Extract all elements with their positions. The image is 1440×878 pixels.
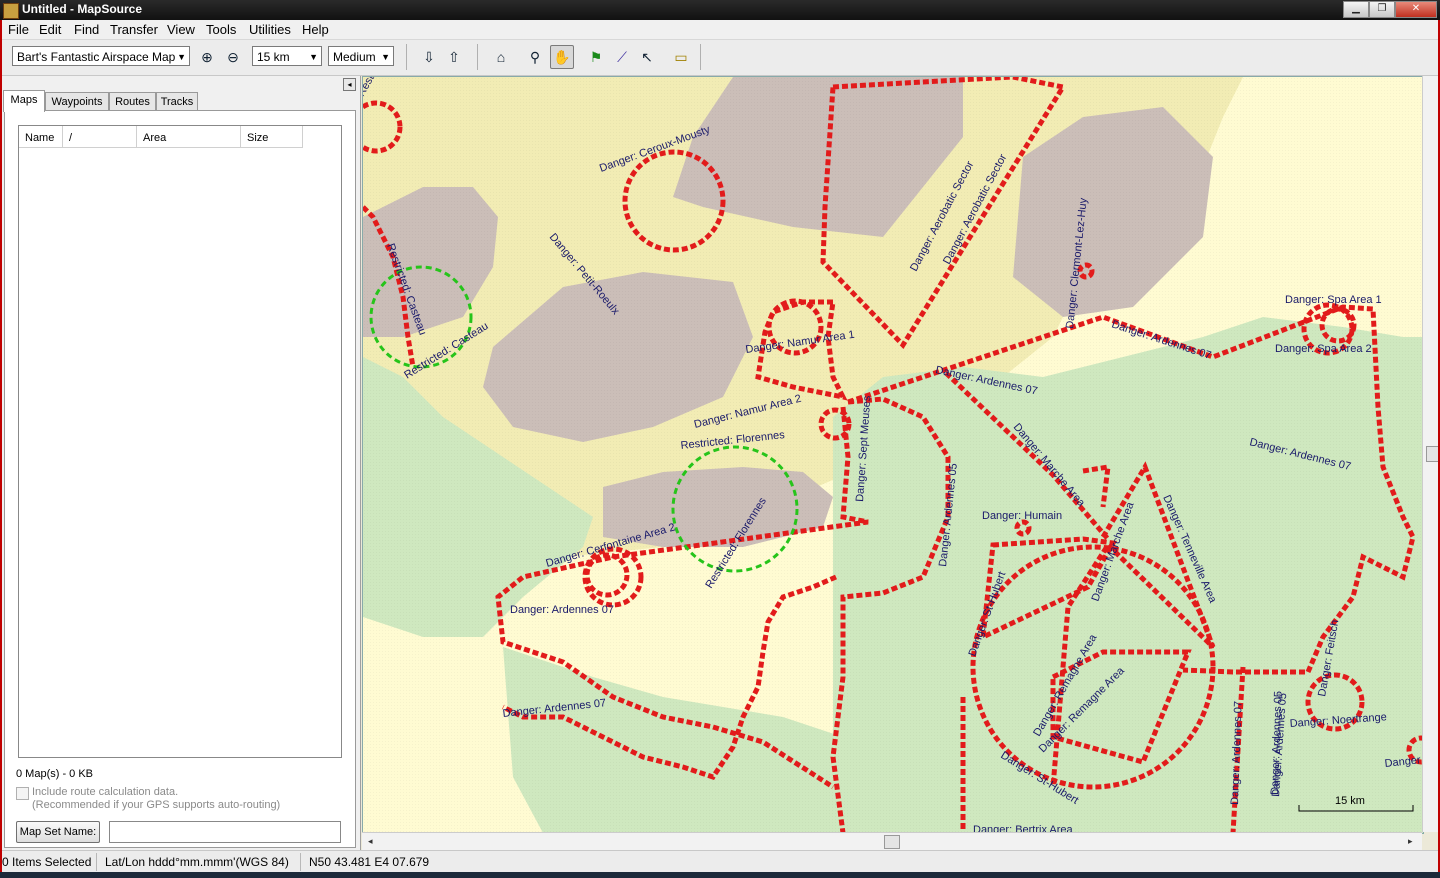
column-name[interactable]: Name bbox=[19, 126, 63, 148]
menu-edit[interactable]: Edit bbox=[39, 22, 61, 37]
route-tool-icon[interactable]: ⟋ bbox=[611, 46, 633, 68]
zoom-out-icon[interactable]: ⊖ bbox=[222, 46, 244, 68]
selection-arrow-tool-icon[interactable]: ↖ bbox=[636, 46, 658, 68]
status-divider bbox=[96, 853, 97, 871]
dropdown-arrow-icon: ▼ bbox=[177, 52, 186, 62]
scale-label: 15 km bbox=[1335, 795, 1365, 807]
menu-transfer[interactable]: Transfer bbox=[110, 22, 158, 37]
tab-maps[interactable]: Maps bbox=[3, 90, 45, 112]
left-pane: ◂ Maps Waypoints Routes Tracks Name / Ar… bbox=[0, 76, 361, 850]
minimize-button[interactable]: ▁ bbox=[1343, 1, 1369, 18]
menu-utilities[interactable]: Utilities bbox=[249, 22, 291, 37]
vertical-scroll-thumb[interactable] bbox=[1426, 446, 1440, 462]
taskbar-strip bbox=[0, 872, 1440, 878]
status-bar: 0 Items Selected Lat/Lon hddd°mm.mmm'(WG… bbox=[0, 850, 1440, 873]
map-label: Danger: Ardennes 07 bbox=[510, 604, 614, 616]
menu-bar: File Edit Find Transfer View Tools Utili… bbox=[0, 20, 1440, 40]
receive-from-device-icon[interactable]: ⇩ bbox=[418, 46, 440, 68]
menu-file[interactable]: File bbox=[8, 22, 29, 37]
column-area[interactable]: Area bbox=[137, 126, 241, 148]
zoom-level-value: 15 km bbox=[257, 50, 290, 64]
scroll-right-arrow-icon[interactable]: ▸ bbox=[1408, 836, 1413, 847]
maps-summary: 0 Map(s) - 0 KB bbox=[16, 768, 94, 780]
tab-routes[interactable]: Routes bbox=[109, 92, 156, 111]
send-to-device-icon[interactable]: ⇧ bbox=[443, 46, 465, 68]
collapse-pane-icon[interactable]: ◂ bbox=[343, 78, 356, 91]
close-button[interactable]: ✕ bbox=[1395, 1, 1437, 18]
zoom-tool-icon[interactable]: ⚲ bbox=[524, 46, 546, 68]
horizontal-scroll-thumb[interactable] bbox=[884, 835, 900, 849]
hand-pan-tool-icon[interactable]: ✋ bbox=[550, 45, 574, 69]
map-horizontal-scrollbar[interactable]: ◂ ▸ bbox=[362, 832, 1422, 850]
map-texture bbox=[363, 77, 1423, 833]
coordinate-format: Lat/Lon hddd°mm.mmm'(WGS 84) bbox=[105, 855, 289, 869]
menu-view[interactable]: View bbox=[167, 22, 195, 37]
map-canvas[interactable]: Danger: Ceroux-Mousty Danger: Aerobatic … bbox=[363, 77, 1423, 833]
toolbar-separator bbox=[477, 44, 478, 70]
dropdown-arrow-icon: ▼ bbox=[309, 52, 318, 62]
cursor-position: N50 43.481 E4 07.679 bbox=[309, 855, 430, 869]
title-bar: Untitled - MapSource ▁ ❐ ✕ bbox=[0, 0, 1440, 20]
map-vertical-scrollbar[interactable] bbox=[1422, 76, 1440, 832]
map-label: Danger: Humain bbox=[982, 510, 1062, 522]
toolbar-separator bbox=[700, 44, 701, 70]
map-product-value: Bart's Fantastic Airspace Map bbox=[17, 50, 176, 64]
route-calculation-note: (Recommended if your GPS supports auto-r… bbox=[32, 799, 281, 811]
map-set-name-button[interactable]: Map Set Name: bbox=[16, 821, 100, 843]
menu-find[interactable]: Find bbox=[74, 22, 99, 37]
distance-ruler-tool-icon[interactable]: ▭ bbox=[670, 46, 692, 68]
zoom-level-select[interactable]: 15 km ▼ bbox=[252, 46, 322, 66]
route-calculation-label: Include route calculation data. (Recomme… bbox=[32, 786, 280, 812]
tab-waypoints[interactable]: Waypoints bbox=[45, 92, 109, 111]
mapsource-app-icon[interactable] bbox=[3, 3, 19, 19]
menu-help[interactable]: Help bbox=[302, 22, 329, 37]
maps-tab-panel: Name / Area Size bbox=[4, 110, 356, 848]
window-title: Untitled - MapSource bbox=[22, 2, 143, 16]
column-sort-indicator[interactable]: / bbox=[63, 126, 137, 148]
toolbar: Bart's Fantastic Airspace Map ▼ ⊕ ⊖ 15 km… bbox=[0, 40, 1440, 76]
zoom-in-icon[interactable]: ⊕ bbox=[196, 46, 218, 68]
map-set-name-input[interactable] bbox=[109, 821, 341, 843]
column-size[interactable]: Size bbox=[241, 126, 303, 148]
map-view[interactable]: Danger: Ceroux-Mousty Danger: Aerobatic … bbox=[362, 76, 1424, 834]
route-calculation-text: Include route calculation data. bbox=[32, 786, 179, 798]
detail-level-value: Medium bbox=[333, 50, 376, 64]
map-product-select[interactable]: Bart's Fantastic Airspace Map ▼ bbox=[12, 46, 190, 66]
scroll-left-arrow-icon[interactable]: ◂ bbox=[368, 836, 373, 847]
tab-tracks[interactable]: Tracks bbox=[156, 92, 198, 111]
map-label: Danger: Spa Area 1 bbox=[1285, 294, 1382, 306]
dropdown-arrow-icon: ▼ bbox=[381, 52, 390, 62]
status-divider bbox=[300, 853, 301, 871]
restore-button[interactable]: ❐ bbox=[1369, 1, 1395, 18]
map-label: Danger: Spa Area 2 bbox=[1275, 343, 1372, 355]
selection-status: 0 Items Selected bbox=[2, 855, 92, 869]
route-calculation-checkbox[interactable] bbox=[16, 787, 29, 800]
maps-list[interactable]: Name / Area Size bbox=[18, 125, 342, 758]
menu-tools[interactable]: Tools bbox=[206, 22, 236, 37]
toolbar-separator bbox=[406, 44, 407, 70]
map-tool-icon[interactable]: ⌂ bbox=[490, 46, 512, 68]
waypoint-flag-tool-icon[interactable]: ⚑ bbox=[585, 46, 607, 68]
detail-level-select[interactable]: Medium ▼ bbox=[328, 46, 394, 66]
